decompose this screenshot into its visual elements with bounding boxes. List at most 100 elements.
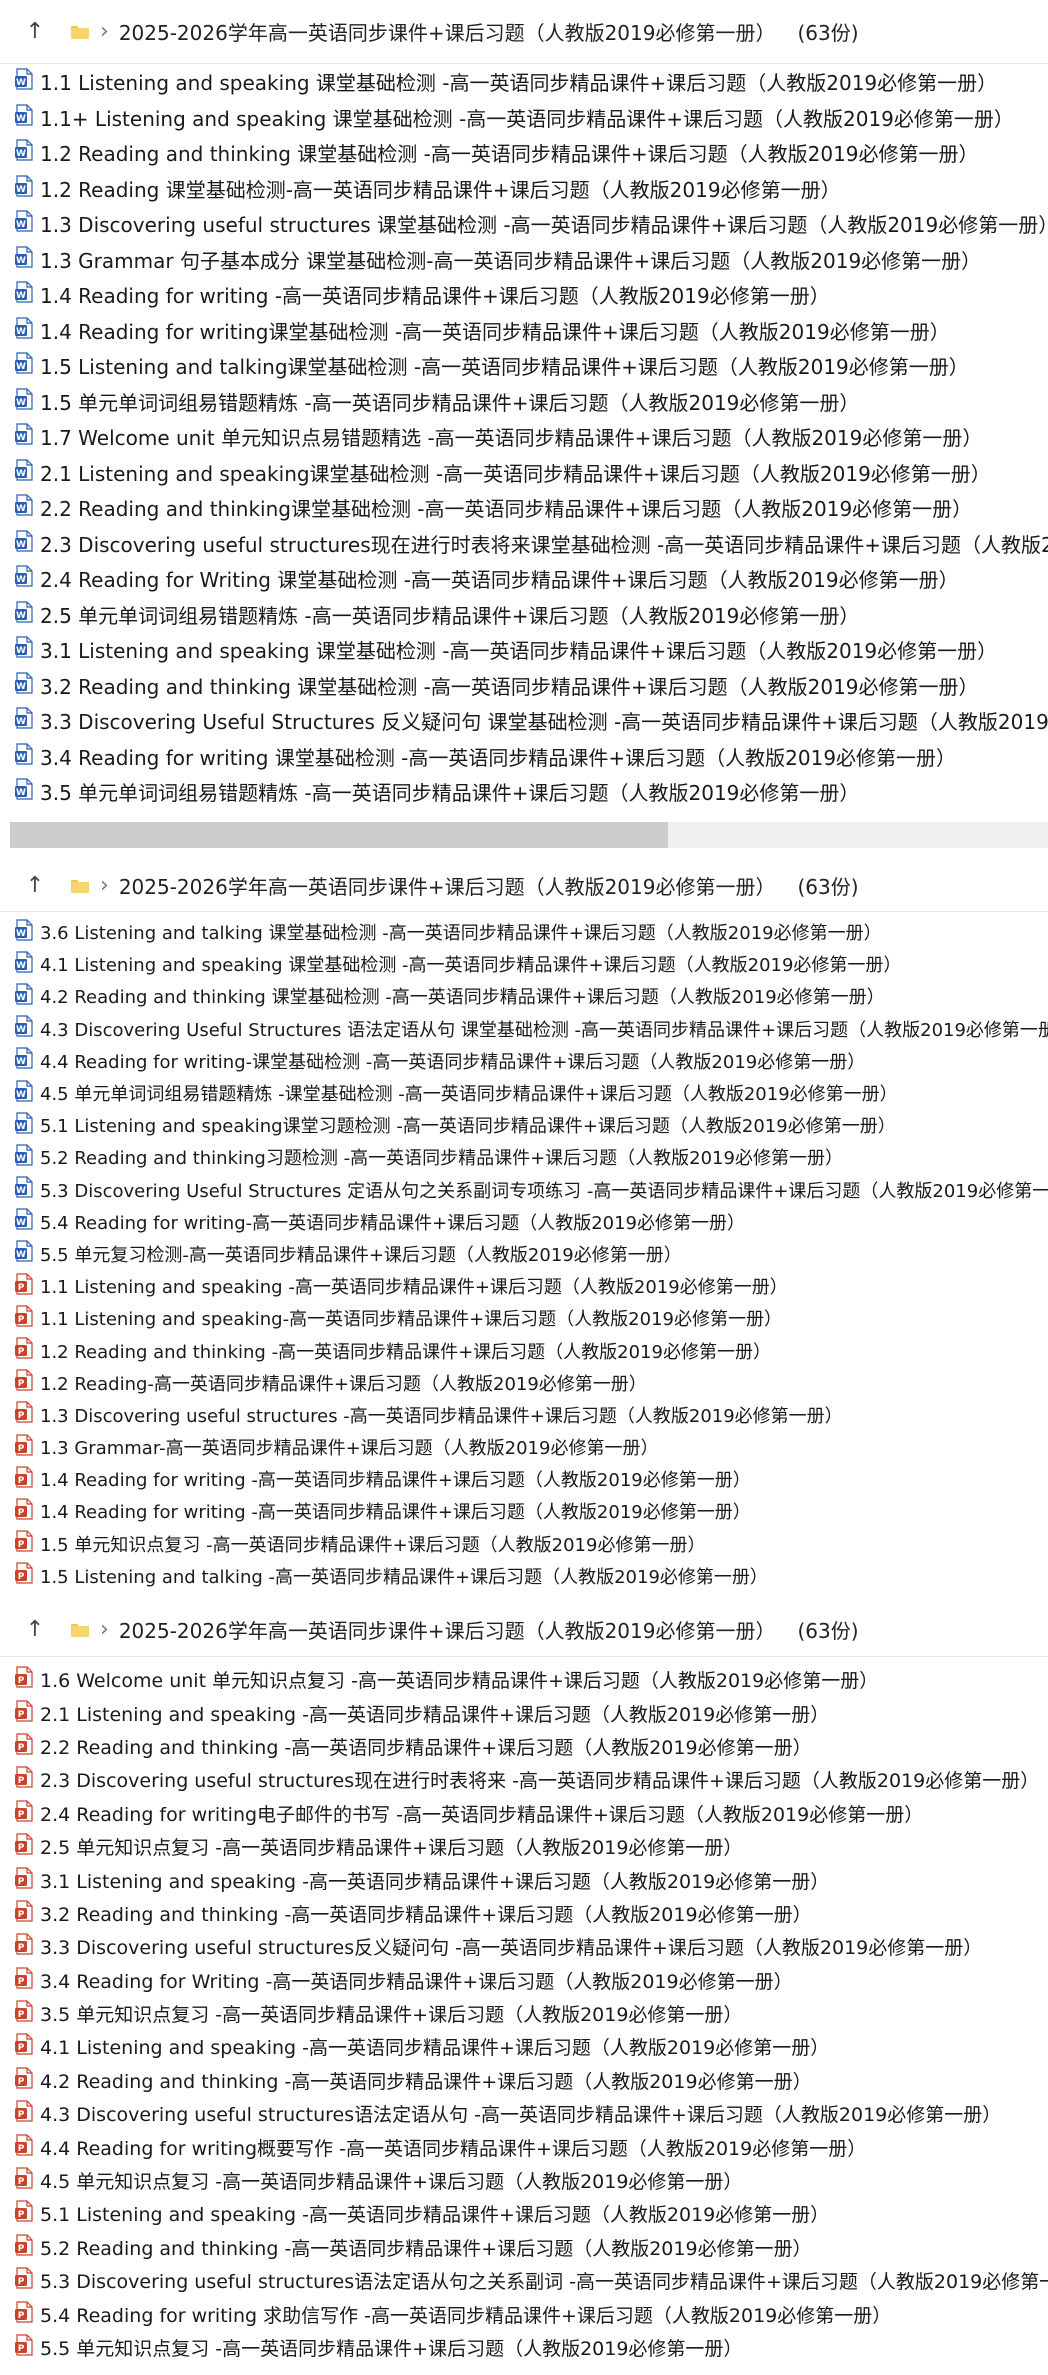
word-document-icon: W xyxy=(14,1112,34,1139)
file-row[interactable]: W 1.1+ Listening and speaking 课堂基础检测 -高一英… xyxy=(0,100,1048,136)
file-row[interactable]: W 2.2 Reading and thinking课堂基础检测 -高一英语同步精… xyxy=(0,490,1048,526)
file-row[interactable]: W 5.2 Reading and thinking习题检测 -高一英语同步精品课… xyxy=(0,1141,1048,1173)
file-row[interactable]: W 1.3 Grammar 句子基本成分 课堂基础检测-高一英语同步精品课件+课后… xyxy=(0,242,1048,278)
file-row[interactable]: P 1.6 Welcome unit 单元知识点复习 -高一英语同步精品课件+课后… xyxy=(0,1663,1048,1696)
up-arrow-icon[interactable]: ↑ xyxy=(18,1618,52,1641)
svg-text:P: P xyxy=(18,1943,25,1953)
file-row[interactable]: W 1.4 Reading for writing课堂基础检测 -高一英语同步精品… xyxy=(0,313,1048,349)
horizontal-scrollbar[interactable] xyxy=(10,822,1048,848)
file-row[interactable]: W 3.6 Listening and talking 课堂基础检测 -高一英语同… xyxy=(0,916,1048,948)
file-row[interactable]: P 4.1 Listening and speaking -高一英语同步精品课件+… xyxy=(0,2030,1048,2063)
file-row[interactable]: P 1.5 Listening and talking -高一英语同步精品课件+课… xyxy=(0,1560,1048,1592)
file-name: 3.5 单元知识点复习 -高一英语同步精品课件+课后习题（人教版2019必修第一… xyxy=(40,2004,743,2027)
file-row[interactable]: P 1.4 Reading for writing -高一英语同步精品课件+课后习… xyxy=(0,1495,1048,1527)
word-document-icon: W xyxy=(14,565,34,592)
file-row[interactable]: P 3.5 单元知识点复习 -高一英语同步精品课件+课后习题（人教版2019必修第… xyxy=(0,1997,1048,2030)
folder-path[interactable]: 2025-2026学年高一英语同步课件+课后习题（人教版2019必修第一册） xyxy=(119,17,776,46)
svg-text:W: W xyxy=(16,788,26,798)
file-row[interactable]: P 1.1 Listening and speaking-高一英语同步精品课件+课… xyxy=(0,1302,1048,1334)
file-row[interactable]: W 5.4 Reading for writing-高一英语同步精品课件+课后习题… xyxy=(0,1206,1048,1238)
file-row[interactable]: W 3.3 Discovering Useful Structures 反义疑问句… xyxy=(0,703,1048,739)
file-row[interactable]: P 4.4 Reading for writing概要写作 -高一英语同步精品课件… xyxy=(0,2130,1048,2163)
word-document-icon: W xyxy=(14,778,34,805)
file-row[interactable]: P 5.4 Reading for writing 求助信写作 -高一英语同步精品… xyxy=(0,2297,1048,2330)
file-name: 1.3 Discovering useful structures 课堂基础检测… xyxy=(40,213,1048,238)
file-row[interactable]: P 2.4 Reading for writing电子邮件的书写 -高一英语同步精… xyxy=(0,1797,1048,1830)
chevron-right-icon[interactable]: › xyxy=(100,874,109,897)
file-row[interactable]: P 5.3 Discovering useful structures语法定语从句… xyxy=(0,2264,1048,2297)
chevron-right-icon[interactable]: › xyxy=(100,1618,109,1641)
file-row[interactable]: W 4.1 Listening and speaking 课堂基础检测 -高一英语… xyxy=(0,948,1048,980)
up-arrow-icon[interactable]: ↑ xyxy=(18,20,52,43)
file-row[interactable]: W 5.5 单元复习检测-高一英语同步精品课件+课后习题（人教版2019必修第一册… xyxy=(0,1238,1048,1270)
file-name: 5.4 Reading for writing 求助信写作 -高一英语同步精品课… xyxy=(40,2304,892,2327)
file-row[interactable]: W 1.5 单元单词词组易错题精炼 -高一英语同步精品课件+课后习题（人教版201… xyxy=(0,384,1048,420)
file-row[interactable]: W 3.4 Reading for writing 课堂基础检测 -高一英语同步精… xyxy=(0,739,1048,775)
file-row[interactable]: W 2.5 单元单词词组易错题精炼 -高一英语同步精品课件+课后习题（人教版201… xyxy=(0,597,1048,633)
file-row[interactable]: P 4.5 单元知识点复习 -高一英语同步精品课件+课后习题（人教版2019必修第… xyxy=(0,2164,1048,2197)
file-row[interactable]: W 5.3 Discovering Useful Structures 定语从句之… xyxy=(0,1174,1048,1206)
file-row[interactable]: P 5.5 单元知识点复习 -高一英语同步精品课件+课后习题（人教版2019必修第… xyxy=(0,2331,1048,2364)
file-row[interactable]: P 5.2 Reading and thinking -高一英语同步精品课件+课后… xyxy=(0,2231,1048,2264)
file-row[interactable]: W 4.5 单元单词词组易错题精炼 -课堂基础检测 -高一英语同步精品课件+课后习… xyxy=(0,1077,1048,1109)
file-name: 3.4 Reading for writing 课堂基础检测 -高一英语同步精品… xyxy=(40,745,957,770)
file-row[interactable]: P 5.1 Listening and speaking -高一英语同步精品课件+… xyxy=(0,2197,1048,2230)
file-row[interactable]: P 1.2 Reading and thinking -高一英语同步精品课件+课后… xyxy=(0,1334,1048,1366)
file-row[interactable]: W 1.5 Listening and talking课堂基础检测 -高一英语同步… xyxy=(0,348,1048,384)
chevron-right-icon[interactable]: › xyxy=(100,20,109,43)
file-row[interactable]: P 1.5 单元知识点复习 -高一英语同步精品课件+课后习题（人教版2019必修第… xyxy=(0,1528,1048,1560)
file-row[interactable]: W 2.4 Reading for Writing 课堂基础检测 -高一英语同步精… xyxy=(0,561,1048,597)
file-name: 5.4 Reading for writing-高一英语同步精品课件+课后习题（… xyxy=(40,1212,746,1234)
file-row[interactable]: P 3.2 Reading and thinking -高一英语同步精品课件+课后… xyxy=(0,1897,1048,1930)
powerpoint-icon: P xyxy=(14,1733,34,1760)
file-row[interactable]: W 4.3 Discovering Useful Structures 语法定语从… xyxy=(0,1013,1048,1045)
svg-text:W: W xyxy=(16,1154,26,1164)
file-row[interactable]: P 1.1 Listening and speaking -高一英语同步精品课件+… xyxy=(0,1270,1048,1302)
file-row[interactable]: P 1.2 Reading-高一英语同步精品课件+课后习题（人教版2019必修第一… xyxy=(0,1367,1048,1399)
folder-path[interactable]: 2025-2026学年高一英语同步课件+课后习题（人教版2019必修第一册） xyxy=(119,1615,776,1644)
word-document-icon: W xyxy=(14,672,34,699)
file-row[interactable]: P 1.4 Reading for writing -高一英语同步精品课件+课后习… xyxy=(0,1463,1048,1495)
file-row[interactable]: W 3.5 单元单词词组易错题精炼 -高一英语同步精品课件+课后习题（人教版201… xyxy=(0,774,1048,810)
file-row[interactable]: P 4.3 Discovering useful structures语法定语从句… xyxy=(0,2097,1048,2130)
file-row[interactable]: W 4.4 Reading for writing-课堂基础检测 -高一英语同步精… xyxy=(0,1045,1048,1077)
file-row[interactable]: W 1.2 Reading and thinking 课堂基础检测 -高一英语同步… xyxy=(0,135,1048,171)
file-name: 5.3 Discovering useful structures语法定语从句之… xyxy=(40,2271,1048,2294)
file-row[interactable]: W 1.4 Reading for writing -高一英语同步精品课件+课后习… xyxy=(0,277,1048,313)
file-row[interactable]: W 2.1 Listening and speaking课堂基础检测 -高一英语同… xyxy=(0,455,1048,491)
file-row[interactable]: W 4.2 Reading and thinking 课堂基础检测 -高一英语同步… xyxy=(0,980,1048,1012)
file-row[interactable]: P 3.4 Reading for Writing -高一英语同步精品课件+课后习… xyxy=(0,1964,1048,1997)
svg-text:P: P xyxy=(18,2344,25,2354)
file-row[interactable]: P 3.3 Discovering useful structures反义疑问句 … xyxy=(0,1930,1048,1963)
svg-text:P: P xyxy=(18,2210,25,2220)
file-row[interactable]: P 3.1 Listening and speaking -高一英语同步精品课件+… xyxy=(0,1863,1048,1896)
file-row[interactable]: W 1.3 Discovering useful structures 课堂基础检… xyxy=(0,206,1048,242)
file-row[interactable]: P 2.2 Reading and thinking -高一英语同步精品课件+课后… xyxy=(0,1730,1048,1763)
file-row[interactable]: P 1.3 Grammar-高一英语同步精品课件+课后习题（人教版2019必修第一… xyxy=(0,1431,1048,1463)
file-name: 4.3 Discovering useful structures语法定语从句 … xyxy=(40,2104,1002,2127)
file-name: 1.1 Listening and speaking 课堂基础检测 -高一英语同… xyxy=(40,71,998,96)
file-row[interactable]: W 3.2 Reading and thinking 课堂基础检测 -高一英语同步… xyxy=(0,668,1048,704)
file-row[interactable]: P 1.3 Discovering useful structures -高一英语… xyxy=(0,1399,1048,1431)
file-row[interactable]: P 2.5 单元知识点复习 -高一英语同步精品课件+课后习题（人教版2019必修第… xyxy=(0,1830,1048,1863)
file-row[interactable]: W 3.1 Listening and speaking 课堂基础检测 -高一英语… xyxy=(0,632,1048,668)
up-arrow-icon[interactable]: ↑ xyxy=(18,874,52,897)
file-row[interactable]: W 1.2 Reading 课堂基础检测-高一英语同步精品课件+课后习题（人教版2… xyxy=(0,171,1048,207)
file-row[interactable]: W 5.1 Listening and speaking课堂习题检测 -高一英语同… xyxy=(0,1109,1048,1141)
file-name: 2.4 Reading for Writing 课堂基础检测 -高一英语同步精品… xyxy=(40,568,959,593)
svg-text:P: P xyxy=(18,1910,25,1920)
powerpoint-icon: P xyxy=(14,2000,34,2027)
scrollbar-thumb[interactable] xyxy=(10,822,668,848)
file-row[interactable]: W 2.3 Discovering useful structures现在进行时表… xyxy=(0,526,1048,562)
file-name: 1.5 单元单词词组易错题精炼 -高一英语同步精品课件+课后习题（人教版2019… xyxy=(40,390,860,415)
file-row[interactable]: P 4.2 Reading and thinking -高一英语同步精品课件+课后… xyxy=(0,2064,1048,2097)
folder-path[interactable]: 2025-2026学年高一英语同步课件+课后习题（人教版2019必修第一册） xyxy=(119,871,776,900)
powerpoint-icon: P xyxy=(14,2134,34,2161)
svg-text:W: W xyxy=(16,433,26,443)
file-row[interactable]: W 1.7 Welcome unit 单元知识点易错题精选 -高一英语同步精品课件… xyxy=(0,419,1048,455)
file-row[interactable]: P 2.1 Listening and speaking -高一英语同步精品课件+… xyxy=(0,1696,1048,1729)
file-row[interactable]: W 1.1 Listening and speaking 课堂基础检测 -高一英语… xyxy=(0,64,1048,100)
word-document-icon: W xyxy=(14,494,34,521)
file-row[interactable]: P 2.3 Discovering useful structures现在进行时表… xyxy=(0,1763,1048,1796)
svg-text:P: P xyxy=(18,1379,25,1389)
